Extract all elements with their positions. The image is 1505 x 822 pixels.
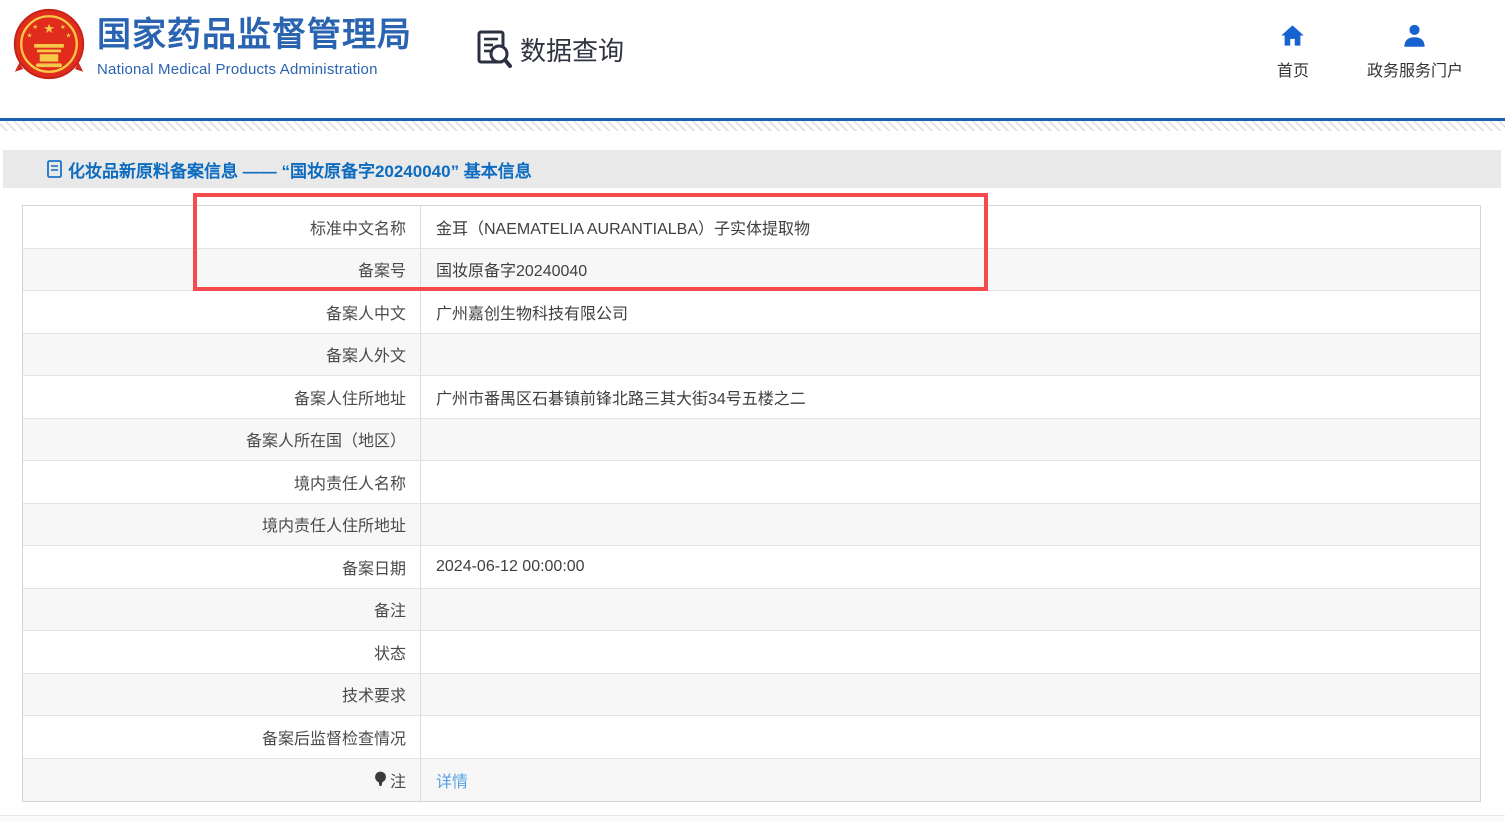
home-icon	[1279, 22, 1306, 49]
table-row: 备案人所在国（地区）	[23, 419, 1480, 462]
row-value	[421, 631, 1480, 673]
row-label-text: 备案人中文	[326, 300, 406, 324]
row-label: 备案人外文	[23, 334, 421, 376]
data-query-icon	[476, 30, 512, 68]
row-value-text: 金耳（NAEMATELIA AURANTIALBA）子实体提取物	[436, 215, 810, 239]
row-value: 国妆原备字20240040	[421, 249, 1480, 291]
table-row: 境内责任人名称	[23, 461, 1480, 504]
row-label-text: 标准中文名称	[310, 215, 406, 239]
row-label-text: 备案人外文	[326, 342, 406, 366]
page-bottom-strip	[0, 815, 1505, 822]
org-title-block: 国家药品监督管理局 National Medical Products Admi…	[97, 16, 412, 78]
row-label-text: 备案人住所地址	[294, 385, 406, 409]
row-label: 备案人中文	[23, 291, 421, 333]
national-emblem-logo: ★ ★ ★ ★ ★	[12, 6, 86, 82]
row-label: 状态	[23, 631, 421, 673]
org-title: 国家药品监督管理局	[97, 16, 412, 55]
page-title: 化妆品新原料备案信息 —— “国妆原备字20240040” 基本信息	[68, 157, 532, 182]
svg-text:★: ★	[32, 24, 38, 31]
row-value	[421, 461, 1480, 503]
row-label-text: 备案号	[358, 257, 406, 281]
bulb-icon	[374, 771, 387, 788]
org-subtitle: National Medical Products Administration	[97, 61, 412, 78]
svg-text:★: ★	[60, 24, 66, 31]
row-value	[421, 334, 1480, 376]
row-label-text: 状态	[374, 640, 406, 664]
table-row: 标准中文名称 金耳（NAEMATELIA AURANTIALBA）子实体提取物	[23, 206, 1480, 249]
row-label: 注	[23, 759, 421, 802]
row-label: 技术要求	[23, 674, 421, 716]
page-title-bar: 化妆品新原料备案信息 —— “国妆原备字20240040” 基本信息	[3, 150, 1501, 188]
row-label-text: 境内责任人名称	[294, 470, 406, 494]
document-icon	[47, 160, 62, 178]
user-icon	[1401, 22, 1428, 49]
row-value	[421, 504, 1480, 546]
data-query-section[interactable]: 数据查询	[476, 30, 624, 68]
row-label-text: 备案日期	[342, 555, 406, 579]
data-query-label: 数据查询	[520, 31, 624, 68]
row-label: 标准中文名称	[23, 206, 421, 248]
row-label: 备案后监督检查情况	[23, 716, 421, 758]
nav-item-label: 首页	[1277, 57, 1309, 81]
row-label: 境内责任人名称	[23, 461, 421, 503]
site-header: ★ ★ ★ ★ ★ 国家药品监督管理局 National Medical Pro…	[0, 0, 1505, 118]
row-value: 2024-06-12 00:00:00	[421, 546, 1480, 588]
svg-text:★: ★	[27, 33, 33, 40]
row-label: 备案人所在国（地区）	[23, 419, 421, 461]
row-value: 广州市番禺区石碁镇前锋北路三其大街34号五楼之二	[421, 376, 1480, 418]
row-label: 备案人住所地址	[23, 376, 421, 418]
table-row: 注 详情	[23, 759, 1480, 802]
nav-item-label: 政务服务门户	[1367, 57, 1463, 81]
svg-text:★: ★	[66, 33, 72, 40]
table-row: 技术要求	[23, 674, 1480, 717]
table-row: 备案人中文 广州嘉创生物科技有限公司	[23, 291, 1480, 334]
row-value	[421, 589, 1480, 631]
hatch-stripe-band	[0, 121, 1505, 131]
row-label: 备注	[23, 589, 421, 631]
row-value-text: 国妆原备字20240040	[436, 257, 587, 281]
row-value-text: 广州市番禺区石碁镇前锋北路三其大街34号五楼之二	[436, 385, 806, 409]
row-value-text: 广州嘉创生物科技有限公司	[436, 300, 628, 324]
row-value: 金耳（NAEMATELIA AURANTIALBA）子实体提取物	[421, 206, 1480, 248]
svg-text:★: ★	[43, 21, 55, 36]
table-row: 备案日期 2024-06-12 00:00:00	[23, 546, 1480, 589]
row-label-text: 备注	[374, 597, 406, 621]
detail-link[interactable]: 详情	[436, 768, 468, 792]
table-row: 备案号 国妆原备字20240040	[23, 249, 1480, 292]
table-row: 境内责任人住所地址	[23, 504, 1480, 547]
row-label: 境内责任人住所地址	[23, 504, 421, 546]
row-label-text: 备案后监督检查情况	[262, 725, 406, 749]
row-value: 详情	[421, 759, 1480, 802]
row-value	[421, 674, 1480, 716]
row-value	[421, 716, 1480, 758]
nav-item-home[interactable]: 首页	[1277, 22, 1309, 81]
registration-info-table: 标准中文名称 金耳（NAEMATELIA AURANTIALBA）子实体提取物 …	[22, 205, 1481, 802]
row-label-text: 注	[390, 768, 406, 792]
table-row: 备案后监督检查情况	[23, 716, 1480, 759]
row-label-text: 境内责任人住所地址	[262, 512, 406, 536]
row-label-text: 技术要求	[342, 682, 406, 706]
row-value	[421, 419, 1480, 461]
nav-item-portal[interactable]: 政务服务门户	[1367, 22, 1463, 81]
table-row: 备案人住所地址 广州市番禺区石碁镇前锋北路三其大街34号五楼之二	[23, 376, 1480, 419]
row-label: 备案号	[23, 249, 421, 291]
top-nav: 首页 政务服务门户	[1277, 22, 1463, 81]
table-row: 备注	[23, 589, 1480, 632]
row-label: 备案日期	[23, 546, 421, 588]
row-label-text: 备案人所在国（地区）	[246, 427, 406, 451]
table-row: 状态	[23, 631, 1480, 674]
row-value: 广州嘉创生物科技有限公司	[421, 291, 1480, 333]
table-row: 备案人外文	[23, 334, 1480, 377]
row-value-text: 2024-06-12 00:00:00	[436, 558, 585, 576]
